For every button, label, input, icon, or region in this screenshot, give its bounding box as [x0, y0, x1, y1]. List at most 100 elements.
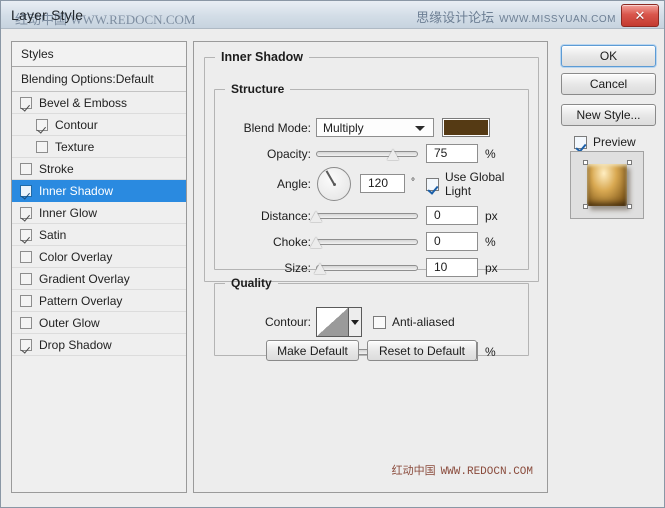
- chevron-down-icon[interactable]: [349, 308, 361, 336]
- reset-to-default-button[interactable]: Reset to Default: [367, 340, 477, 361]
- checkbox-icon[interactable]: [20, 295, 32, 307]
- chevron-down-icon: [415, 126, 425, 131]
- checkbox-icon[interactable]: [20, 163, 32, 175]
- quality-group-title: Quality: [225, 276, 278, 290]
- distance-label: Distance:: [223, 206, 311, 226]
- watermark-bottom-en: WWW.REDOCN.COM: [441, 466, 533, 478]
- distance-input[interactable]: 0: [426, 206, 478, 225]
- checkbox-icon[interactable]: [20, 339, 32, 351]
- style-row-label: Outer Glow: [39, 312, 100, 334]
- style-row[interactable]: Inner Glow: [12, 202, 186, 224]
- cancel-button[interactable]: Cancel: [561, 73, 656, 95]
- shadow-color-swatch[interactable]: [442, 118, 490, 137]
- checkbox-icon[interactable]: [20, 229, 32, 241]
- style-row[interactable]: Color Overlay: [12, 246, 186, 268]
- styles-list-header: Styles: [12, 42, 186, 67]
- slider-track: [316, 151, 418, 157]
- checkbox-icon[interactable]: [20, 251, 32, 263]
- size-label: Size:: [223, 258, 311, 278]
- style-row[interactable]: Outer Glow: [12, 312, 186, 334]
- checkbox-icon[interactable]: [20, 185, 32, 197]
- checkbox-icon[interactable]: [20, 317, 32, 329]
- slider-track: [316, 265, 418, 271]
- style-row[interactable]: Drop Shadow: [12, 334, 186, 356]
- watermark-right: 思缘设计论坛 WWW.MISSYUAN.COM: [416, 7, 616, 26]
- style-row[interactable]: Gradient Overlay: [12, 268, 186, 290]
- watermark-bottom: 红动中国 WWW.REDOCN.COM: [392, 462, 533, 478]
- structure-group-title: Structure: [225, 82, 290, 96]
- use-global-light-checkbox[interactable]: Use Global Light: [426, 174, 528, 194]
- make-default-button[interactable]: Make Default: [266, 340, 359, 361]
- style-row-label: Pattern Overlay: [39, 290, 122, 312]
- choke-input[interactable]: 0: [426, 232, 478, 251]
- style-row[interactable]: Stroke: [12, 158, 186, 180]
- style-row[interactable]: Inner Shadow: [12, 180, 186, 202]
- close-icon: ✕: [622, 5, 658, 26]
- checkbox-icon[interactable]: [36, 141, 48, 153]
- style-row[interactable]: Bevel & Emboss: [12, 92, 186, 114]
- angle-dial[interactable]: [317, 167, 351, 201]
- slider-thumb[interactable]: [310, 237, 323, 248]
- slider-track: [316, 213, 418, 219]
- preview-handle: [627, 204, 632, 209]
- angle-input[interactable]: 120: [360, 174, 405, 193]
- size-input[interactable]: 10: [426, 258, 478, 277]
- style-row-label: Drop Shadow: [39, 334, 112, 356]
- checkbox-icon[interactable]: [20, 207, 32, 219]
- watermark-right-cn: 思缘设计论坛: [416, 10, 494, 25]
- slider-track: [316, 239, 418, 245]
- style-row-label: Bevel & Emboss: [39, 92, 127, 114]
- watermark-right-en: WWW.MISSYUAN.COM: [499, 14, 616, 25]
- distance-slider[interactable]: [316, 209, 418, 223]
- style-row[interactable]: Pattern Overlay: [12, 290, 186, 312]
- style-row-label: Inner Shadow: [39, 180, 113, 202]
- opacity-unit: %: [485, 144, 496, 164]
- opacity-input[interactable]: 75: [426, 144, 478, 163]
- new-style-button[interactable]: New Style...: [561, 104, 656, 126]
- preview-handle: [583, 204, 588, 209]
- noise-unit: %: [485, 342, 496, 362]
- slider-thumb[interactable]: [387, 149, 400, 160]
- style-row[interactable]: Texture: [12, 136, 186, 158]
- structure-group: Structure Blend Mode: Multiply Opacity: …: [214, 82, 529, 270]
- preview-handle: [583, 160, 588, 165]
- choke-unit: %: [485, 232, 496, 252]
- title-bar[interactable]: 红动中国 WWW.REDOCN.COM Layer Style 思缘设计论坛WW…: [1, 1, 664, 29]
- effect-options-panel: Inner Shadow Structure Blend Mode: Multi…: [193, 41, 548, 493]
- anti-aliased-checkbox[interactable]: Anti-aliased: [373, 312, 455, 332]
- preview-art: [587, 164, 627, 206]
- size-slider[interactable]: [316, 261, 418, 275]
- inner-shadow-group-title: Inner Shadow: [215, 50, 309, 64]
- angle-center-dot-icon: [333, 183, 336, 186]
- blend-mode-label: Blend Mode:: [223, 118, 311, 138]
- close-button[interactable]: ✕: [621, 4, 659, 27]
- checkbox-icon[interactable]: [36, 119, 48, 131]
- choke-slider[interactable]: [316, 235, 418, 249]
- contour-label: Contour:: [223, 312, 311, 332]
- ok-button[interactable]: OK: [561, 45, 656, 67]
- slider-thumb[interactable]: [314, 263, 327, 274]
- style-row-label: Color Overlay: [39, 246, 112, 268]
- style-row-label: Stroke: [39, 158, 74, 180]
- blend-mode-select[interactable]: Multiply: [316, 118, 434, 137]
- checkbox-icon[interactable]: [20, 273, 32, 285]
- use-global-light-label: Use Global Light: [445, 170, 528, 198]
- opacity-slider[interactable]: [316, 147, 418, 161]
- styles-list-panel: Styles Blending Options:Default Bevel & …: [11, 41, 187, 493]
- anti-aliased-label: Anti-aliased: [392, 315, 455, 329]
- slider-thumb[interactable]: [310, 211, 323, 222]
- preview-checkbox[interactable]: Preview: [574, 132, 636, 152]
- watermark-bottom-cn: 红动中国: [392, 465, 436, 477]
- inner-shadow-group: Inner Shadow Structure Blend Mode: Multi…: [204, 50, 539, 282]
- checkbox-icon: [373, 316, 386, 329]
- style-row[interactable]: Satin: [12, 224, 186, 246]
- contour-picker[interactable]: [316, 307, 362, 337]
- blending-options-item[interactable]: Blending Options:Default: [12, 67, 186, 92]
- contour-curve-icon: [317, 308, 349, 336]
- style-row[interactable]: Contour: [12, 114, 186, 136]
- style-row-label: Texture: [55, 136, 94, 158]
- dialog-actions-panel: OK Cancel New Style... Preview: [557, 41, 657, 493]
- checkbox-icon[interactable]: [20, 97, 32, 109]
- blend-mode-value: Multiply: [323, 121, 364, 135]
- size-unit: px: [485, 258, 498, 278]
